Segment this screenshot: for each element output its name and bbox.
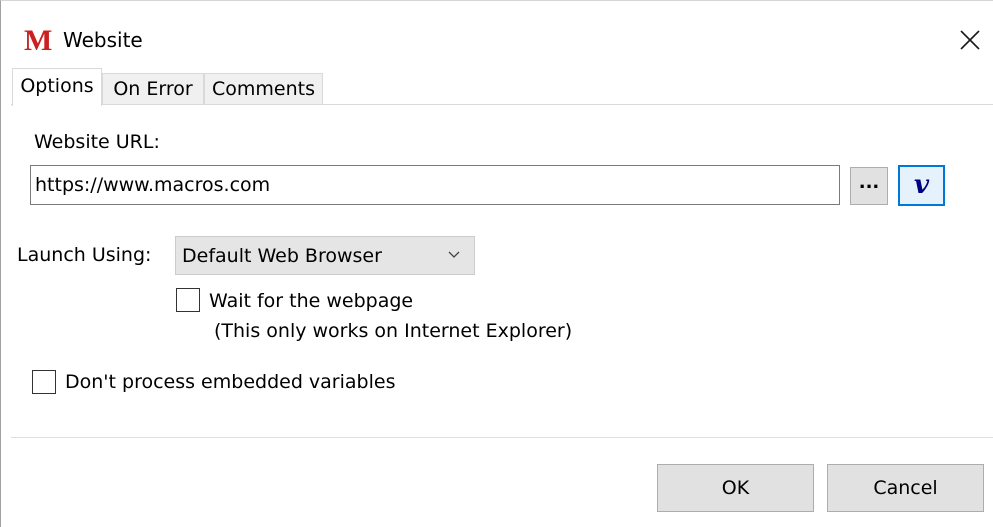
dont-process-embedded-variables-checkbox[interactable] xyxy=(32,370,56,394)
launch-using-dropdown[interactable]: Default Web Browser xyxy=(175,236,475,275)
cancel-button[interactable]: Cancel xyxy=(827,464,984,512)
close-button[interactable] xyxy=(951,21,987,57)
launch-using-label: Launch Using: xyxy=(17,244,152,266)
close-icon xyxy=(960,30,980,50)
website-dialog: M Website Options On Error Comments Webs… xyxy=(0,0,993,527)
wait-for-webpage-checkbox[interactable] xyxy=(176,288,200,312)
chevron-down-icon xyxy=(448,251,460,258)
tab-divider xyxy=(11,104,993,105)
ok-button[interactable]: OK xyxy=(657,464,814,512)
insert-variable-button[interactable]: v xyxy=(898,165,945,206)
window-title: Website xyxy=(63,28,143,52)
title-bar: M Website xyxy=(1,1,993,59)
website-url-label: Website URL: xyxy=(34,131,160,153)
tab-options[interactable]: Options xyxy=(12,68,102,106)
browse-button[interactable]: ... xyxy=(850,167,888,205)
tab-comments[interactable]: Comments xyxy=(204,73,323,105)
website-url-input[interactable] xyxy=(30,165,840,205)
wait-for-webpage-note: (This only works on Internet Explorer) xyxy=(214,320,573,342)
wait-for-webpage-label: Wait for the webpage xyxy=(209,290,414,312)
dont-process-embedded-variables-label: Don't process embedded variables xyxy=(65,371,396,393)
app-logo-icon: M xyxy=(24,24,53,57)
footer-divider xyxy=(11,437,993,438)
tab-on-error[interactable]: On Error xyxy=(102,73,204,105)
launch-using-value: Default Web Browser xyxy=(182,245,382,267)
